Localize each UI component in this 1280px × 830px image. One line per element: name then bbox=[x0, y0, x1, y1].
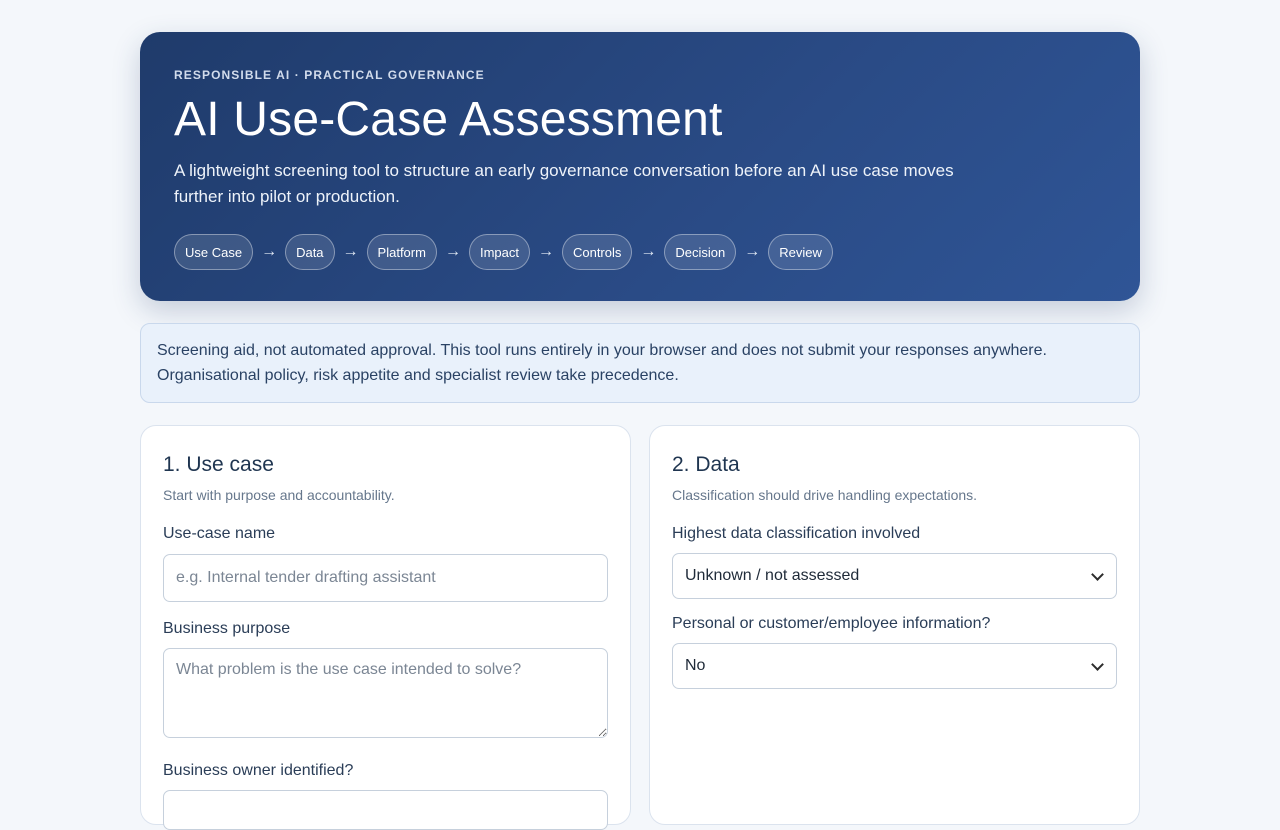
data-classification-select[interactable]: Unknown / not assessed bbox=[672, 553, 1117, 599]
personal-info-select[interactable]: No bbox=[672, 643, 1117, 689]
arrow-right-icon: → bbox=[744, 243, 761, 260]
data-classification-label: Highest data classification involved bbox=[672, 525, 921, 542]
data-heading: 2. Data bbox=[672, 453, 740, 476]
step-controls[interactable]: Controls bbox=[561, 234, 633, 270]
arrow-right-icon: → bbox=[537, 243, 554, 260]
chevron-down-icon bbox=[1091, 657, 1104, 671]
disclaimer-notice: Screening aid, not automated approval. T… bbox=[140, 323, 1140, 403]
hero-banner: RESPONSIBLE AI · PRACTICAL GOVERNANCE AI… bbox=[140, 32, 1140, 301]
business-owner-label: Business owner identified? bbox=[163, 762, 354, 779]
step-data[interactable]: Data bbox=[285, 234, 335, 270]
page-title: AI Use-Case Assessment bbox=[174, 93, 723, 146]
use-case-name-input[interactable] bbox=[163, 554, 608, 602]
data-card: 2. Data Classification should drive hand… bbox=[649, 425, 1140, 825]
arrow-right-icon: → bbox=[342, 243, 359, 260]
personal-info-label: Personal or customer/employee informatio… bbox=[672, 615, 991, 632]
use-case-heading: 1. Use case bbox=[163, 453, 274, 476]
data-subtitle: Classification should drive handling exp… bbox=[672, 487, 978, 503]
personal-info-value: No bbox=[685, 657, 706, 674]
hero-eyebrow: RESPONSIBLE AI · PRACTICAL GOVERNANCE bbox=[174, 68, 485, 82]
data-classification-value: Unknown / not assessed bbox=[685, 567, 860, 584]
use-case-name-label: Use-case name bbox=[163, 525, 276, 542]
business-purpose-textarea[interactable] bbox=[163, 648, 608, 738]
arrow-right-icon: → bbox=[444, 243, 461, 260]
arrow-right-icon: → bbox=[261, 243, 278, 260]
use-case-card: 1. Use case Start with purpose and accou… bbox=[140, 425, 631, 830]
step-review[interactable]: Review bbox=[768, 234, 833, 270]
step-use-case[interactable]: Use Case bbox=[174, 234, 254, 270]
step-decision[interactable]: Decision bbox=[664, 234, 737, 270]
step-impact[interactable]: Impact bbox=[468, 234, 530, 270]
business-purpose-label: Business purpose bbox=[163, 620, 291, 637]
business-owner-select[interactable] bbox=[163, 790, 608, 830]
chevron-down-icon bbox=[1091, 567, 1104, 581]
step-platform[interactable]: Platform bbox=[366, 234, 437, 270]
page-subtitle: A lightweight screening tool to structur… bbox=[174, 161, 954, 206]
step-navigation: Use Case → Data → Platform → Impact → Co… bbox=[174, 234, 1106, 270]
arrow-right-icon: → bbox=[640, 243, 657, 260]
use-case-subtitle: Start with purpose and accountability. bbox=[163, 487, 395, 503]
